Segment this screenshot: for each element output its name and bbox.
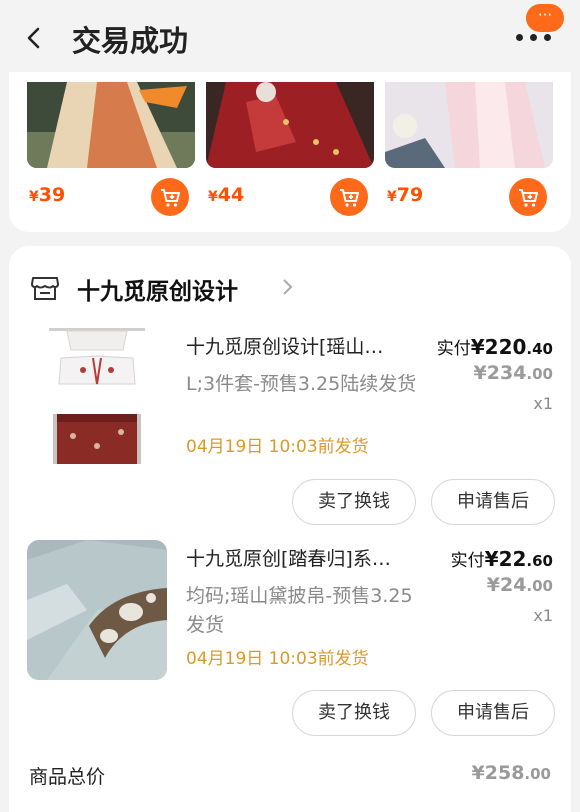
cart-icon xyxy=(340,189,359,207)
rec-image[interactable] xyxy=(385,82,553,168)
shop-name: 十九觅原创设计 xyxy=(77,279,238,305)
product-spec: L;3件套-预售3.25陆续发货 xyxy=(186,373,417,395)
paid-amount: 实付¥22.60 xyxy=(450,547,553,571)
total-row: 商品总价 ¥258.00 xyxy=(29,760,551,790)
rec-item[interactable]: ¥39 xyxy=(27,72,195,232)
ship-time: 04月19日 10:03前发货 xyxy=(186,437,369,457)
rec-image[interactable] xyxy=(27,82,195,168)
recommendation-card: ¥39 ¥44 ¥79 xyxy=(9,72,571,232)
after-sale-button[interactable]: 申请售后 xyxy=(431,690,555,736)
resell-button[interactable]: 卖了换钱 xyxy=(292,479,416,525)
original-price: ¥234.00 xyxy=(473,362,553,384)
rec-price: ¥39 xyxy=(29,184,66,206)
top-bar: 交易成功 ··· xyxy=(0,0,580,78)
total-value: ¥258.00 xyxy=(471,762,551,784)
more-icon[interactable] xyxy=(514,30,554,44)
rec-item[interactable]: ¥79 xyxy=(385,72,553,232)
paid-amount: 实付¥220.40 xyxy=(436,335,553,359)
order-card: 十九觅原创设计 十九觅原创设计[瑶山… L;3件套-预售3.25陆续发货 04月… xyxy=(9,246,571,812)
ship-time: 04月19日 10:03前发货 xyxy=(186,649,369,669)
product-title[interactable]: 十九觅原创[踏春归]系… xyxy=(186,544,424,571)
add-to-cart-button[interactable] xyxy=(151,178,189,216)
chevron-right-icon xyxy=(283,279,293,295)
add-to-cart-button[interactable] xyxy=(509,178,547,216)
rec-price: ¥44 xyxy=(208,184,245,206)
quantity: x1 xyxy=(533,606,553,625)
add-to-cart-button[interactable] xyxy=(330,178,368,216)
back-arrow-icon[interactable] xyxy=(22,26,46,50)
original-price: ¥24.00 xyxy=(486,574,553,596)
page-title: 交易成功 xyxy=(72,24,189,58)
product-spec: 均码;瑶山黛披帛-预售3.25发货 xyxy=(186,585,413,636)
shop-header[interactable]: 十九觅原创设计 xyxy=(29,270,429,306)
quantity: x1 xyxy=(533,394,553,413)
product-title[interactable]: 十九觅原创设计[瑶山… xyxy=(186,332,424,359)
notification-badge[interactable]: ··· xyxy=(526,4,564,32)
rec-image[interactable] xyxy=(206,82,374,168)
shop-icon xyxy=(31,277,59,300)
cart-icon xyxy=(519,189,538,207)
after-sale-button[interactable]: 申请售后 xyxy=(431,479,555,525)
cart-icon xyxy=(161,189,180,207)
product-image[interactable] xyxy=(27,540,167,680)
total-label: 商品总价 xyxy=(29,766,106,788)
rec-price: ¥79 xyxy=(387,184,424,206)
product-image[interactable] xyxy=(27,326,167,466)
rec-item[interactable]: ¥44 xyxy=(206,72,374,232)
resell-button[interactable]: 卖了换钱 xyxy=(292,690,416,736)
